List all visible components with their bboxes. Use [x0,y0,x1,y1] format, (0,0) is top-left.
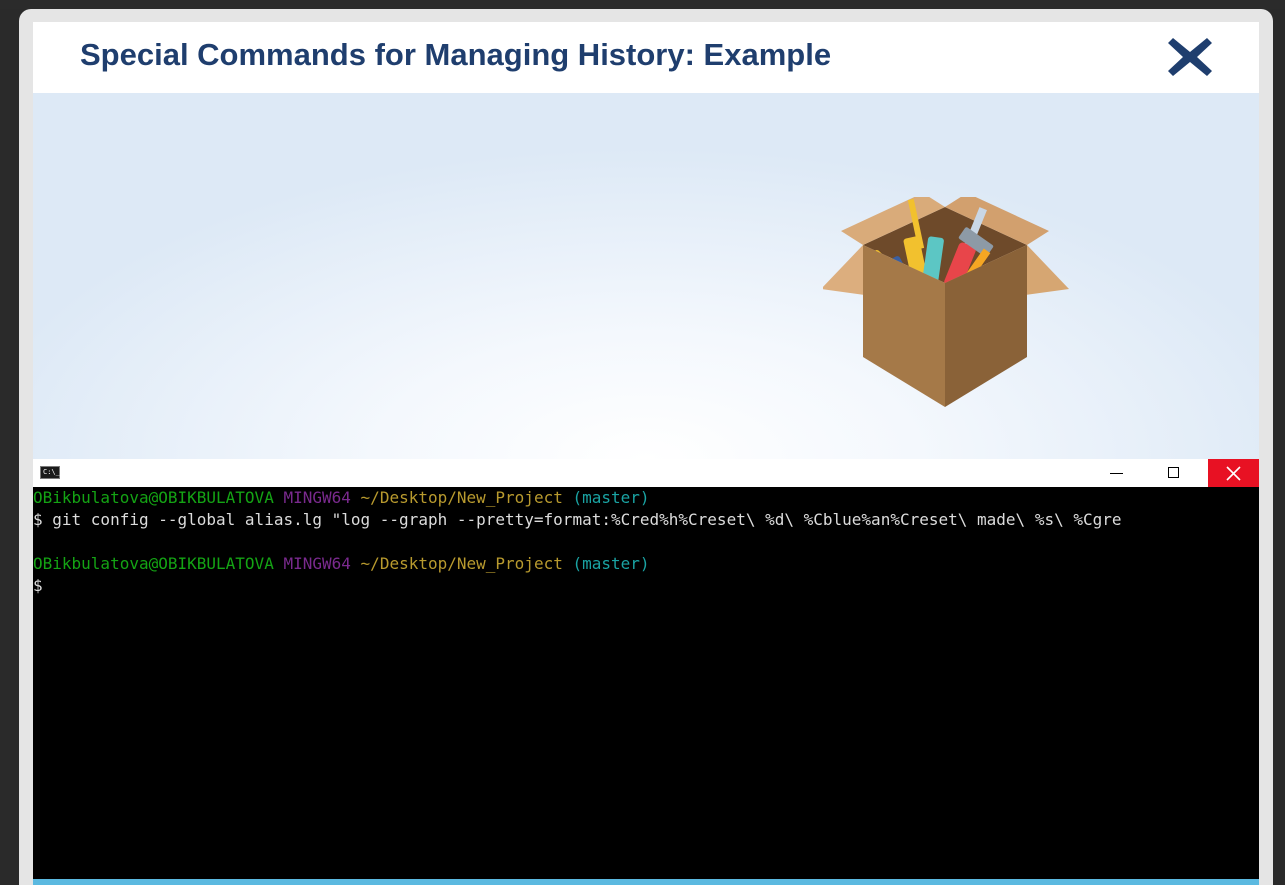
prompt-shell: MINGW64 [283,488,351,507]
prompt-path: ~/Desktop/New_Project [360,488,563,507]
close-icon [1168,38,1212,76]
modal-dialog: Special Commands for Managing History: E… [33,22,1259,885]
prompt-user-host: OBikbulatova@OBIKBULATOVA [33,488,274,507]
prompt-path: ~/Desktop/New_Project [360,554,563,573]
bottom-accent-bar [33,879,1259,885]
prompt-shell: MINGW64 [283,554,351,573]
terminal-window: C:\_ OBikbulatova@OBIKBULATOVA MINGW64 ~… [33,459,1259,879]
prompt-branch: (master) [572,554,650,573]
modal-title: Special Commands for Managing History: E… [80,37,832,72]
command-line: $ git config --global alias.lg "log --gr… [33,510,1122,529]
maximize-button[interactable] [1153,459,1199,487]
modal-header: Special Commands for Managing History: E… [33,22,1259,93]
prompt-user-host: OBikbulatova@OBIKBULATOVA [33,554,274,573]
illustration-scene [33,93,1259,459]
prompt-branch: (master) [572,488,650,507]
prompt-line-2: OBikbulatova@OBIKBULATOVA MINGW64 ~/Desk… [33,553,1259,575]
terminal-system-icon[interactable]: C:\_ [40,466,60,479]
close-button[interactable] [1165,32,1215,82]
toolbox-illustration [823,197,1069,407]
cursor-line: $ [33,576,43,595]
window-close-icon [1226,466,1241,481]
minimize-button[interactable] [1093,459,1139,487]
maximize-icon [1168,467,1179,478]
minimize-icon [1110,473,1123,474]
prompt-line-1: OBikbulatova@OBIKBULATOVA MINGW64 ~/Desk… [33,487,1259,509]
terminal-output[interactable]: OBikbulatova@OBIKBULATOVA MINGW64 ~/Desk… [33,487,1259,879]
window-close-button[interactable] [1208,459,1259,487]
terminal-system-icon-label: C:\_ [43,468,60,476]
terminal-titlebar: C:\_ [33,459,1259,487]
top-strip [0,0,1285,9]
